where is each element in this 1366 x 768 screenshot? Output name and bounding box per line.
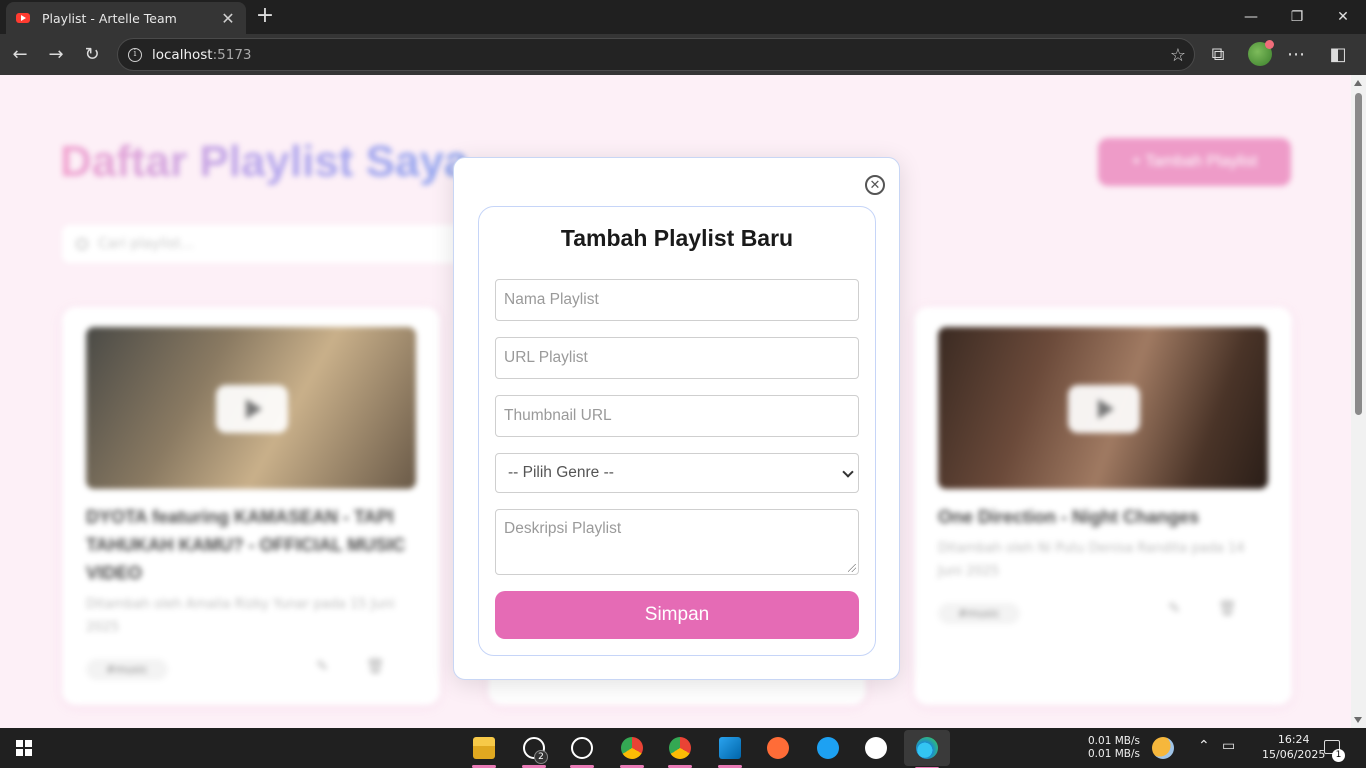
restore-button[interactable]: ❐ — [1274, 0, 1320, 34]
chevron-down-icon — [842, 466, 854, 478]
tab-title: Playlist - Artelle Team — [42, 10, 177, 26]
modal-title: Tambah Playlist Baru — [560, 225, 794, 251]
scroll-down-arrow-icon[interactable] — [1354, 717, 1362, 723]
whatsapp-web-icon[interactable] — [564, 732, 600, 768]
play-icon[interactable] — [1068, 385, 1140, 433]
windows-taskbar: 2 0.01 MB/s 0.01 MB/s ⌃ ▭ 16:24 15/06/20… — [0, 728, 1366, 768]
card-genre-tag: #music — [938, 603, 1020, 624]
vscode-icon[interactable] — [712, 732, 748, 768]
address-bar[interactable]: i localhost:5173 ☆ — [117, 38, 1195, 71]
chrome-icon[interactable] — [614, 732, 650, 768]
scrollbar-thumb[interactable] — [1355, 93, 1362, 415]
whatsapp-icon[interactable]: 2 — [516, 732, 552, 768]
bookmark-star-icon[interactable]: ☆ — [1170, 45, 1186, 66]
youtube-favicon-icon — [16, 13, 30, 23]
genre-selected-value: -- Pilih Genre -- — [508, 464, 614, 481]
url-host: localhost — [152, 46, 213, 63]
weather-icon[interactable] — [1152, 737, 1174, 759]
thumbnail-url-placeholder: Thumbnail URL — [504, 407, 612, 424]
add-playlist-modal: ✕ Tambah Playlist Baru Nama Playlist URL… — [453, 157, 900, 680]
card-thumbnail[interactable] — [86, 327, 416, 489]
forward-button[interactable]: → — [42, 40, 70, 68]
description-placeholder: Deskripsi Playlist — [504, 520, 622, 537]
reload-button[interactable]: ↻ — [78, 40, 106, 68]
card-title: One Direction - Night Changes — [938, 507, 1200, 527]
url-port: :5173 — [212, 46, 252, 63]
save-button[interactable]: Simpan — [495, 591, 859, 639]
page-title: Daftar Playlist Saya — [60, 137, 469, 186]
page-viewport: Daftar Playlist Saya + Tambah Playlist C… — [0, 75, 1351, 728]
app-blue-icon[interactable] — [810, 732, 846, 764]
genre-select[interactable]: -- Pilih Genre -- — [495, 453, 859, 493]
playlist-name-input[interactable]: Nama Playlist — [495, 279, 859, 321]
mongodb-compass-icon[interactable] — [858, 732, 894, 764]
browser-toolbar: ← → ↻ i localhost:5173 ☆ ⧉ ⋯ ◧ — [0, 34, 1366, 75]
system-clock[interactable]: 16:24 15/06/2025 — [1262, 732, 1325, 762]
add-playlist-form: Tambah Playlist Baru Nama Playlist URL P… — [478, 206, 876, 656]
sidebar-toggle-icon[interactable]: ◧ — [1324, 40, 1352, 68]
site-info-icon[interactable]: i — [128, 47, 142, 62]
network-speed: 0.01 MB/s 0.01 MB/s — [1088, 735, 1140, 761]
playlist-url-input[interactable]: URL Playlist — [495, 337, 859, 379]
resize-grip-icon[interactable] — [848, 564, 856, 572]
window-close-button[interactable]: ✕ — [1320, 0, 1366, 34]
notification-count: 1 — [1332, 749, 1345, 762]
more-menu-icon[interactable]: ⋯ — [1282, 40, 1310, 68]
delete-icon[interactable]: 🗑 — [1218, 599, 1237, 617]
file-explorer-icon[interactable] — [466, 732, 502, 768]
battery-icon[interactable]: ▭ — [1222, 738, 1235, 754]
postman-icon[interactable] — [760, 732, 796, 764]
edge-icon[interactable] — [904, 730, 950, 768]
browser-tab-bar: Playlist - Artelle Team ✕ + — ❐ ✕ — [0, 0, 1366, 34]
clock-time: 16:24 — [1277, 733, 1310, 746]
playlist-card[interactable]: One Direction - Night Changes Ditambah o… — [914, 307, 1292, 705]
card-genre-tag: #music — [86, 659, 168, 680]
add-playlist-button[interactable]: + Tambah Playlist — [1098, 138, 1291, 186]
play-icon[interactable] — [216, 385, 288, 433]
card-meta: Ditambah oleh Amalia Rizky Yunar pada 15… — [86, 597, 395, 635]
chrome-profile-icon[interactable] — [662, 732, 698, 768]
search-placeholder: Cari playlist... — [98, 236, 195, 252]
tab-close-icon[interactable]: ✕ — [220, 9, 236, 28]
profile-avatar[interactable] — [1248, 40, 1274, 66]
search-icon — [76, 238, 88, 250]
edit-icon[interactable]: ✎ — [1168, 599, 1186, 617]
back-button[interactable]: ← — [6, 40, 34, 68]
windows-start-icon[interactable] — [16, 740, 32, 756]
scroll-up-arrow-icon[interactable] — [1354, 80, 1362, 86]
card-meta: Ditambah oleh Ni Putu Denisa Randita pad… — [938, 541, 1245, 579]
net-up: 0.01 MB/s — [1088, 735, 1140, 747]
whatsapp-badge: 2 — [534, 750, 548, 764]
extensions-icon[interactable]: ⧉ — [1204, 40, 1232, 68]
chevron-up-icon[interactable]: ⌃ — [1198, 738, 1210, 754]
new-tab-button[interactable]: + — [254, 3, 276, 29]
minimize-button[interactable]: — — [1228, 0, 1274, 34]
thumbnail-url-input[interactable]: Thumbnail URL — [495, 395, 859, 437]
playlist-card[interactable]: DYOTA featuring KAMASEAN - TAPI TAHUKAH … — [62, 307, 440, 705]
delete-icon[interactable]: 🗑 — [366, 657, 385, 675]
search-input[interactable]: Cari playlist... — [62, 225, 462, 263]
clock-date: 15/06/2025 — [1262, 748, 1326, 761]
card-title: DYOTA featuring KAMASEAN - TAPI TAHUKAH … — [86, 507, 406, 583]
page-scrollbar[interactable] — [1351, 75, 1366, 728]
close-circle-icon[interactable]: ✕ — [865, 175, 885, 195]
playlist-url-placeholder: URL Playlist — [504, 349, 588, 366]
playlist-name-placeholder: Nama Playlist — [504, 291, 599, 308]
description-textarea[interactable]: Deskripsi Playlist — [495, 509, 859, 575]
card-thumbnail[interactable] — [938, 327, 1268, 489]
browser-tab[interactable]: Playlist - Artelle Team ✕ — [6, 2, 246, 34]
net-down: 0.01 MB/s — [1088, 748, 1140, 760]
edit-icon[interactable]: ✎ — [316, 657, 334, 675]
